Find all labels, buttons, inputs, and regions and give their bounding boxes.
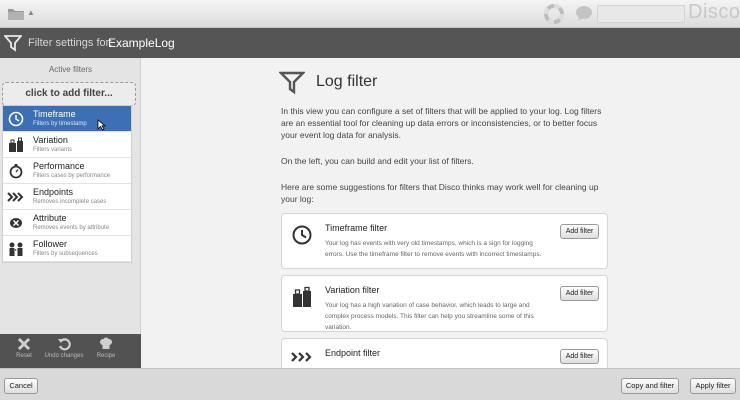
funnel-icon <box>278 69 306 100</box>
filter-desc: Filters cases by performance <box>33 173 111 179</box>
sidebar-title: Active filters <box>48 65 93 74</box>
cancel-button[interactable]: Cancel <box>4 378 38 394</box>
filters-sidebar: Active filters click to add filter... Ti… <box>0 58 141 368</box>
chevrons-icon <box>291 349 315 368</box>
add-filter-button[interactable]: Add filter <box>560 286 599 301</box>
add-filter-button[interactable]: Add filter <box>560 349 599 364</box>
undo-changes-button[interactable]: Undo changes <box>44 337 84 359</box>
filter-item-endpoints[interactable]: Endpoints Removes incomplete cases <box>3 184 131 210</box>
bottom-bar: Cancel Copy and filter Apply filter <box>0 368 740 400</box>
suggestion-card-variation: Variation filter Your log has a high var… <box>281 275 608 332</box>
add-filter-button[interactable]: Add filter <box>560 224 599 239</box>
filter-desc: Removes events by attribute <box>33 225 110 231</box>
undo-label: Undo changes <box>44 353 84 359</box>
filter-name: Attribute <box>33 213 67 223</box>
stopwatch-icon <box>7 163 25 179</box>
chat-icon[interactable] <box>575 5 593 27</box>
clock-icon <box>7 111 25 127</box>
filter-desc: Filters variants <box>33 147 73 153</box>
add-filter-dropzone[interactable]: click to add filter... <box>2 82 136 106</box>
chef-hat-icon <box>100 337 112 349</box>
filter-name: Timeframe <box>33 109 76 119</box>
user-info-box <box>597 5 685 23</box>
clock-icon <box>291 224 313 251</box>
filter-header: Filter settings for: ExampleLog <box>0 28 740 58</box>
filter-desc: Filters by timestamp <box>33 121 87 127</box>
app-brand: Disco <box>688 1 740 23</box>
filter-item-variation[interactable]: Variation Filters variants <box>3 132 131 158</box>
main-panel: Log filter In this view you can configur… <box>142 58 740 368</box>
filter-desc: Filters by subsequences <box>33 251 98 257</box>
filter-list: Timeframe Filters by timestamp Variation… <box>2 105 132 263</box>
recipe-label: Recipe <box>96 353 116 359</box>
copy-and-filter-button[interactable]: Copy and filter <box>621 378 679 394</box>
apply-filter-button[interactable]: Apply filter <box>690 378 736 394</box>
mouse-cursor-icon <box>97 118 107 136</box>
reset-label: Reset <box>16 353 32 359</box>
filter-item-timeframe[interactable]: Timeframe Filters by timestamp <box>3 106 131 132</box>
title-bar: ▲ Disco <box>0 0 740 28</box>
filter-name: Endpoints <box>33 187 74 197</box>
suggestion-title: Timeframe filter <box>325 223 388 233</box>
chevron-down-icon[interactable]: ▲ <box>27 8 35 17</box>
filter-name: Follower <box>33 239 68 249</box>
suggestion-card-timeframe: Timeframe filter Your log has events wit… <box>281 213 608 269</box>
suggestion-desc: Your log has events with very old timest… <box>325 240 542 258</box>
page-title: Log filter <box>316 73 378 90</box>
sidebar-hint-paragraph: On the left, you can build and edit your… <box>281 156 474 166</box>
header-caption: Filter settings for: <box>28 37 113 49</box>
people-icon <box>7 241 25 257</box>
suggestion-desc: Your log has a high variation of case be… <box>325 302 534 331</box>
luggage-icon <box>7 137 25 153</box>
filter-item-performance[interactable]: Performance Filters cases by performance <box>3 158 131 184</box>
filter-item-follower[interactable]: Follower Filters by subsequences <box>3 236 131 262</box>
filter-item-attribute[interactable]: Attribute Removes events by attribute <box>3 210 131 236</box>
recipe-button[interactable]: Recipe <box>86 337 126 359</box>
funnel-icon <box>3 34 23 57</box>
sidebar-footer: Reset Undo changes Recipe <box>0 334 141 368</box>
luggage-icon <box>291 286 313 313</box>
suggestions-paragraph: Here are some suggestions for filters th… <box>281 182 599 204</box>
suggestion-title: Endpoint filter <box>325 348 381 358</box>
suggestion-card-endpoint: Endpoint filter Add filter <box>281 338 608 368</box>
filter-desc: Removes incomplete cases <box>33 199 107 205</box>
reset-button[interactable]: Reset <box>4 337 44 359</box>
help-icon[interactable] <box>544 4 564 29</box>
filter-name: Variation <box>33 135 68 145</box>
chevrons-icon <box>7 189 25 205</box>
undo-icon <box>58 338 71 351</box>
close-icon <box>17 337 31 351</box>
suggestion-title: Variation filter <box>325 285 380 295</box>
filter-name: Performance <box>33 161 85 171</box>
eraser-icon <box>7 215 25 231</box>
folder-icon[interactable] <box>7 6 25 26</box>
log-name: ExampleLog <box>108 36 175 50</box>
intro-paragraph: In this view you can configure a set of … <box>281 106 602 140</box>
